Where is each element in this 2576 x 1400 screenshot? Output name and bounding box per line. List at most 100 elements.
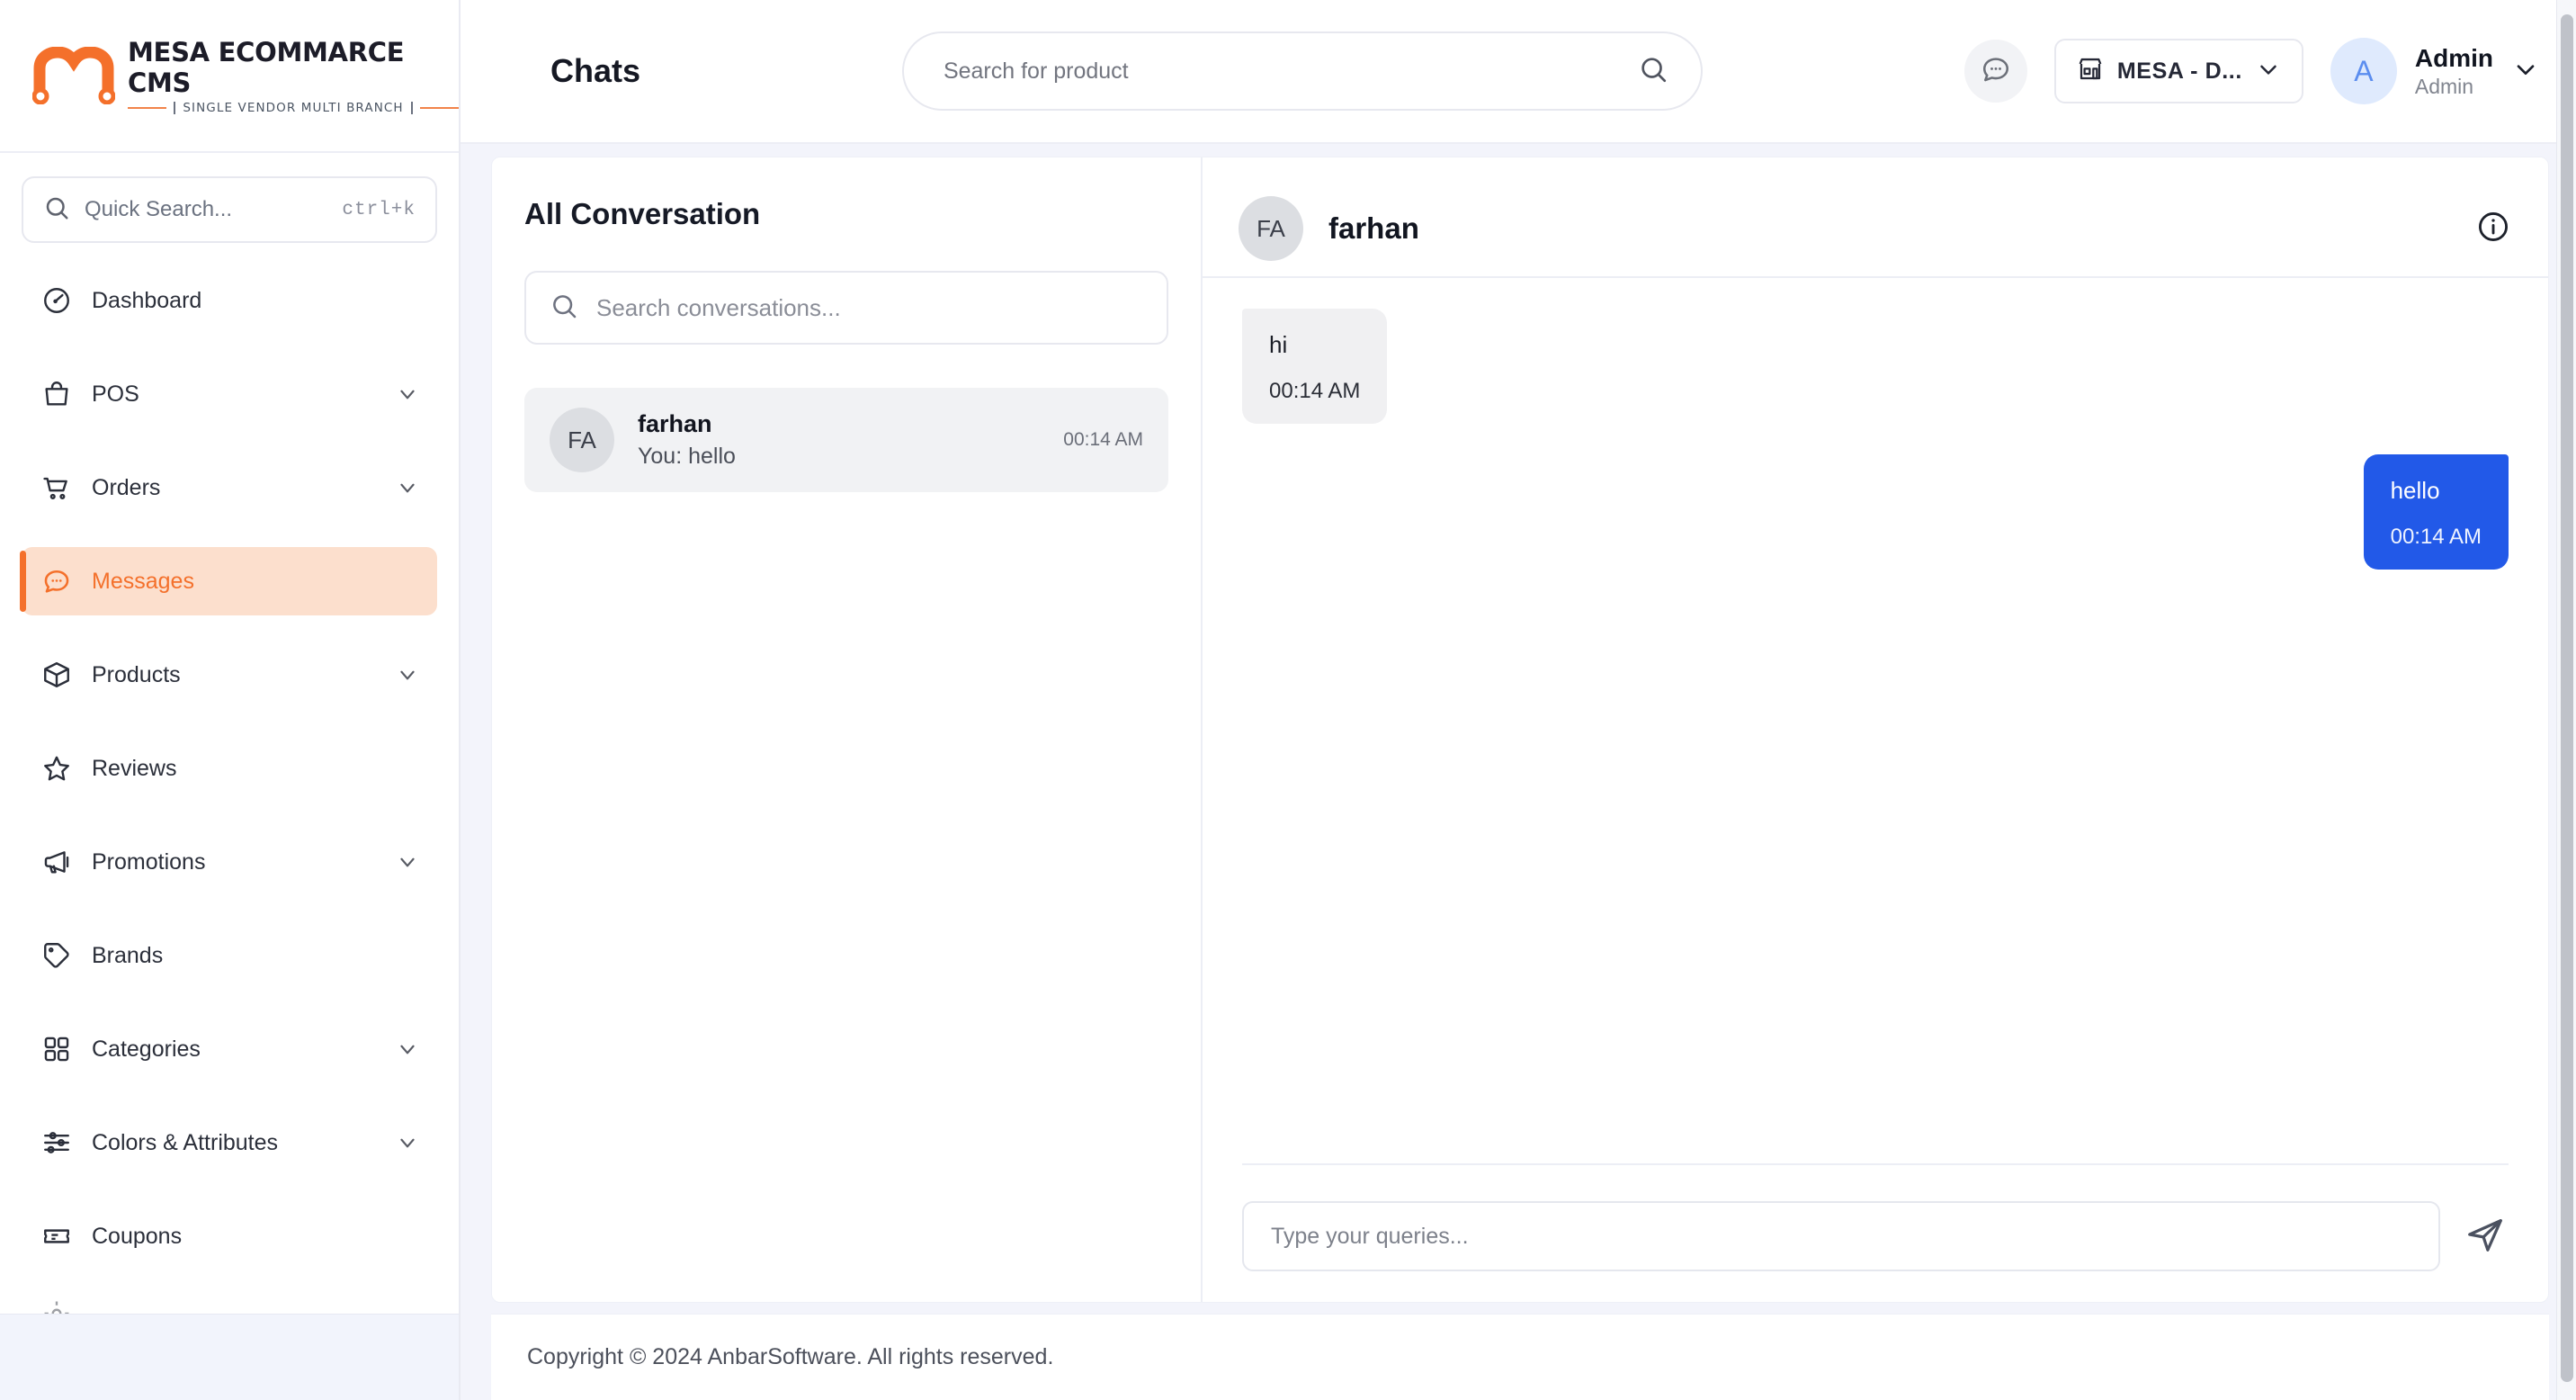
box-icon [41,660,72,690]
search-icon [550,292,578,325]
chevron-down-icon[interactable] [2511,55,2540,88]
chevron-down-icon[interactable] [396,476,419,499]
tag-icon [41,940,72,971]
chat-bubble-icon [41,566,72,597]
message-list: hi 00:14 AM hello 00:14 AM [1203,278,2548,1163]
sidebar: MESA ECOMMARCE CMS SINGLE VENDOR MULTI B… [0,0,461,1400]
sidebar-item-label: Promotions [92,848,206,875]
sidebar-item-label: Dashboard [92,287,202,313]
right-column: Chats Search for product MESA - D... A A… [461,0,2576,1400]
chat-bubble-icon [1980,53,2012,90]
sliders-icon [41,1127,72,1158]
logo-tick-right [410,101,413,114]
message-input-placeholder: Type your queries... [1271,1223,1469,1249]
sidebar-item-messages[interactable]: Messages [20,547,437,615]
send-icon [2464,1214,2506,1260]
conversation-list-item[interactable]: FA farhan You: hello 00:14 AM [524,388,1168,492]
branch-selector[interactable]: MESA - D... [2053,39,2303,103]
chevron-down-icon[interactable] [396,382,419,406]
ticket-icon [41,1221,72,1252]
product-search-input[interactable]: Search for product [901,31,1703,111]
brand-title: MESA ECOMMARCE CMS [128,36,405,98]
user-menu[interactable]: A Admin Admin [2330,38,2540,104]
shopping-cart-icon [41,472,72,503]
conversation-time: 00:14 AM [1063,429,1143,450]
avatar: A [2330,38,2397,104]
composer: Type your queries... [1242,1201,2509,1271]
logo-rule-left [128,106,167,109]
sidebar-item-coupons[interactable]: Coupons [22,1202,437,1270]
avatar: FA [1239,196,1303,261]
thread-header: FA farhan [1203,181,2548,278]
sidebar-bottom-fade [0,1314,459,1400]
conversation-name: farhan [638,410,712,437]
message-row-incoming: hi 00:14 AM [1242,309,2509,424]
chevron-down-icon[interactable] [396,1037,419,1061]
sidebar-item-label: Reviews [92,755,177,781]
quick-search-placeholder: Quick Search... [85,197,233,221]
scrollbar-thumb[interactable] [2561,14,2573,1382]
message-bubble: hi 00:14 AM [1242,309,1388,424]
chevron-down-icon[interactable] [396,663,419,687]
composer-divider [1242,1163,2509,1165]
quick-search-shortcut: ctrl+k [342,199,416,220]
chevron-down-icon[interactable] [396,850,419,874]
topbar: Chats Search for product MESA - D... A A… [461,0,2576,144]
conversation-search-input[interactable]: Search conversations... [524,271,1168,345]
chevron-down-icon[interactable] [396,1131,419,1154]
message-row-outgoing: hello 00:14 AM [1242,453,2509,570]
sidebar-item-brands[interactable]: Brands [22,921,437,990]
message-input[interactable]: Type your queries... [1242,1201,2440,1271]
user-name: Admin [2414,43,2493,72]
app-root: MESA ECOMMARCE CMS SINGLE VENDOR MULTI B… [0,0,2576,1400]
brand-subtitle-row: SINGLE VENDOR MULTI BRANCH [128,100,460,115]
message-text: hello [2390,476,2440,504]
topbar-actions: MESA - D... A Admin Admin [1963,38,2540,104]
page-title: Chats [550,52,641,89]
brand-subtitle: SINGLE VENDOR MULTI BRANCH [183,100,404,115]
mesa-m-logo-icon [31,46,116,105]
logo-rule-right [419,106,460,109]
gauge-icon [41,285,72,316]
conversation-text: farhan You: hello [638,410,1040,470]
user-identity: Admin Admin [2415,42,2493,101]
grid-icon [41,1034,72,1064]
sidebar-nav: Quick Search... ctrl+k Dashboard POS Ord… [0,153,459,1400]
sidebar-item-pos[interactable]: POS [22,360,437,428]
sidebar-item-promotions[interactable]: Promotions [22,828,437,896]
sidebar-item-label: POS [92,381,139,407]
quick-search-input[interactable]: Quick Search... ctrl+k [22,176,437,243]
main-area: All Conversation Search conversations...… [461,144,2576,1400]
user-role: Admin [2414,74,2474,98]
info-circle-icon[interactable] [2476,210,2510,248]
chat-thread-panel: FA farhan hi 00:14 AM hello 00:14 AM Typ… [1203,157,2548,1302]
sidebar-item-products[interactable]: Products [22,641,437,709]
conversation-list-panel: All Conversation Search conversations...… [492,157,1203,1302]
page-scrollbar[interactable] [2556,0,2576,1400]
search-icon[interactable] [1638,54,1668,89]
conversation-search-placeholder: Search conversations... [596,293,841,321]
logo-tick-left [174,101,176,114]
search-icon [43,194,70,226]
avatar: FA [550,408,614,472]
star-icon [41,753,72,784]
chevron-down-icon[interactable] [2255,56,2282,87]
sidebar-item-label: Colors & Attributes [92,1129,279,1155]
sidebar-item-label: Orders [92,474,161,500]
send-button[interactable] [2462,1213,2509,1260]
store-icon [2076,55,2105,88]
messages-button[interactable] [1963,40,2027,103]
brand-logo[interactable]: MESA ECOMMARCE CMS SINGLE VENDOR MULTI B… [0,0,460,153]
sidebar-item-reviews[interactable]: Reviews [22,734,437,803]
sidebar-item-dashboard[interactable]: Dashboard [22,266,437,335]
chat-card: All Conversation Search conversations...… [491,157,2549,1303]
megaphone-icon [41,847,72,877]
sidebar-item-label: Messages [92,568,194,594]
conversation-snippet: You: hello [638,444,736,469]
sidebar-item-categories[interactable]: Categories [22,1015,437,1083]
thread-contact-name: farhan [1328,211,1419,245]
sidebar-item-orders[interactable]: Orders [22,453,437,522]
sidebar-item-colors-attributes[interactable]: Colors & Attributes [22,1108,437,1177]
shopping-bag-icon [41,379,72,409]
product-search-placeholder: Search for product [943,58,1129,84]
